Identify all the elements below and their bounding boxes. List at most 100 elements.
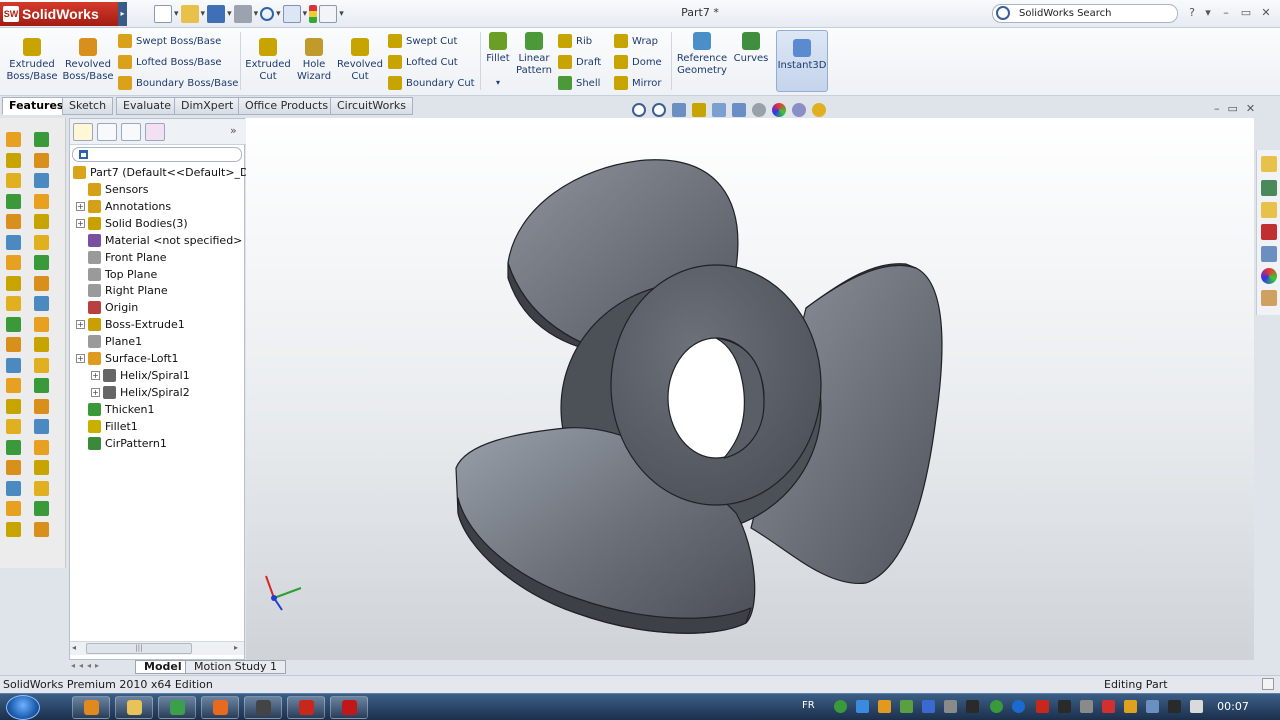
revolved-boss-button[interactable]: Revolved Boss/Base [62, 38, 114, 83]
sketch-tool-icon[interactable] [6, 255, 21, 270]
revolved-cut-button[interactable]: Revolved Cut [336, 38, 384, 83]
sketch-tool-icon[interactable] [6, 152, 21, 168]
sketch-tool-icon[interactable] [34, 214, 49, 229]
sketch-tool-icon[interactable] [34, 152, 49, 168]
swept-boss-button[interactable]: Swept Boss/Base [118, 32, 221, 50]
save-icon[interactable] [207, 5, 226, 23]
tab-office-products[interactable]: Office Products [238, 97, 336, 115]
expand-toggle-icon[interactable]: + [76, 320, 85, 330]
instant3d-button[interactable]: Instant3D [776, 30, 828, 92]
sketch-tool-icon[interactable] [34, 234, 49, 250]
hole-wizard-button[interactable]: Hole Wizard [292, 38, 336, 83]
curves-button[interactable]: Curves [732, 32, 770, 65]
tree-item[interactable]: + Helix/Spiral1 [91, 367, 190, 384]
custom-properties-icon[interactable] [1261, 290, 1277, 306]
sketch-tool-icon[interactable] [6, 521, 21, 537]
lofted-cut-button[interactable]: Lofted Cut [388, 53, 458, 71]
shell-button[interactable]: Shell [558, 74, 600, 92]
swept-cut-button[interactable]: Swept Cut [388, 32, 457, 50]
tray-icon-2[interactable] [856, 700, 869, 713]
zoom-to-fit-icon[interactable] [632, 103, 646, 117]
help-dropdown-icon[interactable]: ▾ [1200, 5, 1216, 21]
sketch-tool-icon[interactable] [6, 460, 21, 475]
tab-evaluate[interactable]: Evaluate [116, 97, 179, 115]
home-icon[interactable] [1261, 156, 1277, 172]
tree-item[interactable]: + Boss-Extrude1 [76, 316, 185, 333]
tray-icon-4[interactable] [900, 700, 913, 713]
sketch-tool-icon[interactable] [34, 296, 49, 311]
scenes-icon[interactable] [792, 103, 806, 117]
wrap-button[interactable]: Wrap [614, 32, 658, 50]
sketch-tool-icon[interactable] [34, 173, 49, 188]
search-input[interactable]: SolidWorks Search [992, 4, 1178, 23]
tab-sketch[interactable]: Sketch [62, 97, 114, 115]
tree-item[interactable]: CirPattern1 [76, 435, 167, 452]
sketch-tool-icon[interactable] [34, 316, 49, 332]
tray-icon-11[interactable] [1058, 700, 1071, 713]
expand-toggle-icon[interactable]: + [76, 218, 85, 228]
sketch-tool-icon[interactable] [34, 460, 49, 475]
sketch-tool-icon[interactable] [6, 419, 21, 434]
undo-icon[interactable] [260, 7, 275, 21]
taskbar-app[interactable] [330, 696, 368, 719]
fillet-button[interactable]: Fillet ▾ [484, 32, 512, 89]
sketch-tool-icon[interactable] [6, 275, 21, 291]
minimize-button[interactable]: – [1218, 5, 1234, 21]
feature-tree-tab-icon[interactable] [73, 123, 93, 141]
restore-button[interactable]: ▭ [1238, 5, 1254, 21]
taskbar-app[interactable] [244, 696, 282, 719]
tray-icon-8[interactable] [990, 700, 1003, 713]
appearances-icon[interactable] [1261, 268, 1277, 284]
menu-expand-icon[interactable]: ▸ [118, 2, 127, 26]
dome-button[interactable]: Dome [614, 53, 662, 71]
sketch-tool-icon[interactable] [6, 316, 21, 332]
mirror-button[interactable]: Mirror [614, 74, 661, 92]
sketch-tool-icon[interactable] [34, 357, 49, 373]
hide-show-icon[interactable] [752, 103, 766, 117]
previous-view-icon[interactable] [672, 103, 686, 117]
sketch-tool-icon[interactable] [34, 193, 49, 209]
sketch-tool-icon[interactable] [34, 255, 49, 270]
new-document-icon[interactable] [154, 5, 172, 23]
configuration-tab-icon[interactable] [121, 123, 141, 141]
taskbar-app[interactable] [287, 696, 325, 719]
tray-icon-15[interactable] [1168, 700, 1181, 713]
language-indicator[interactable]: FR [802, 694, 822, 720]
taskbar-app[interactable] [201, 696, 239, 719]
boundary-boss-button[interactable]: Boundary Boss/Base [118, 74, 238, 92]
tree-item[interactable]: + Surface-Loft1 [76, 350, 179, 367]
expand-toggle-icon[interactable]: + [91, 387, 100, 397]
tree-item[interactable]: + Helix/Spiral2 [91, 384, 190, 401]
expand-toggle-icon[interactable]: + [91, 370, 100, 380]
sketch-tool-icon[interactable] [34, 480, 49, 496]
view-palette-icon[interactable] [1261, 246, 1277, 262]
scroll-left-icon[interactable]: ◂ [72, 643, 76, 652]
taskbar-app[interactable] [158, 696, 196, 719]
tray-icon-6[interactable] [944, 700, 957, 713]
tree-item[interactable]: Front Plane [76, 249, 167, 266]
volume-icon[interactable] [1190, 700, 1203, 713]
expand-panel-icon[interactable]: » [230, 124, 237, 137]
select-icon[interactable] [282, 5, 301, 23]
tree-item[interactable]: + Annotations [76, 198, 171, 215]
graphics-area[interactable] [246, 118, 1254, 660]
tree-item[interactable]: Material <not specified> [76, 232, 242, 249]
sketch-tool-icon[interactable] [34, 521, 49, 537]
boundary-cut-button[interactable]: Boundary Cut [388, 74, 475, 92]
rib-button[interactable]: Rib [558, 32, 592, 50]
tray-icon-7[interactable] [966, 700, 979, 713]
sketch-tool-icon[interactable] [34, 419, 49, 434]
open-folder-icon[interactable] [180, 5, 199, 23]
taskbar-app[interactable] [72, 696, 110, 719]
taskbar-app[interactable] [115, 696, 153, 719]
sketch-tool-icon[interactable] [6, 337, 21, 352]
linear-pattern-button[interactable]: Linear Pattern [514, 32, 554, 77]
tab-circuitworks[interactable]: CircuitWorks [330, 97, 413, 115]
reference-geometry-button[interactable]: Reference Geometry [674, 32, 730, 77]
tab-features[interactable]: Features [2, 97, 71, 115]
sketch-tool-icon[interactable] [6, 398, 21, 414]
extruded-cut-button[interactable]: Extruded Cut [244, 38, 292, 83]
edit-appearance-icon[interactable] [772, 103, 786, 117]
property-manager-tab-icon[interactable] [97, 123, 117, 141]
print-icon[interactable] [233, 5, 252, 23]
